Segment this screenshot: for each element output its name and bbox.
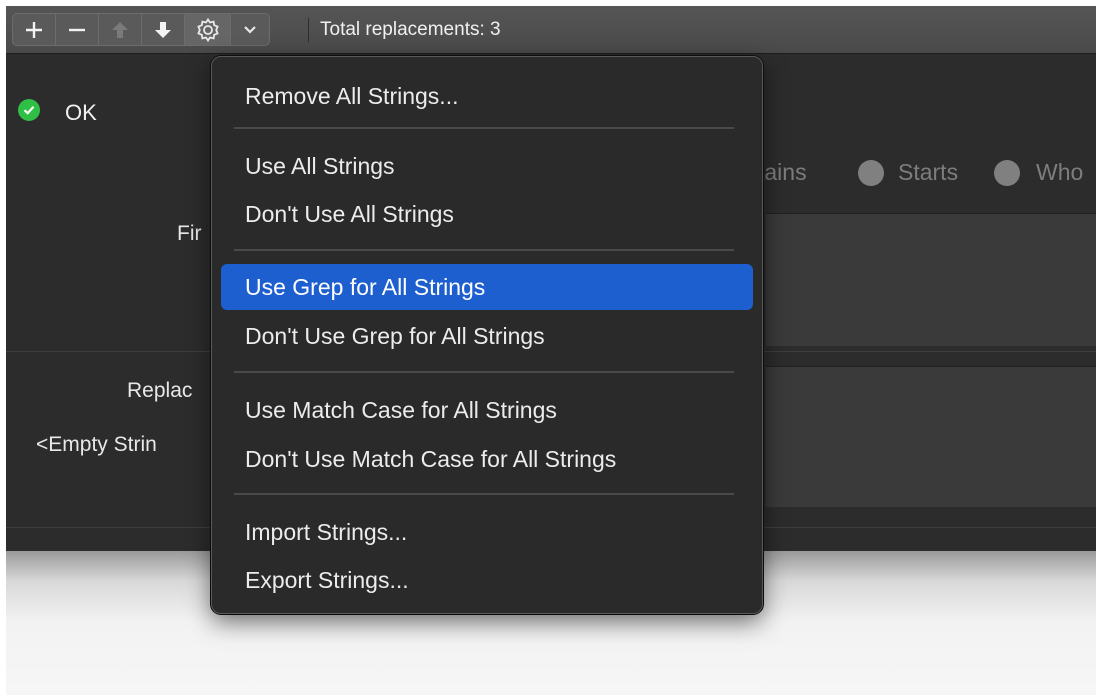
add-string-button[interactable]: [12, 13, 55, 46]
menu-item-use-match-case-all-strings[interactable]: Use Match Case for All Strings: [221, 387, 753, 433]
radio-contains-label[interactable]: tains: [758, 159, 807, 186]
total-replacements-label: Total replacements: 3: [320, 19, 501, 40]
find-label: Fir: [177, 222, 202, 245]
radio-whole-word-label[interactable]: Who: [1036, 159, 1083, 186]
toolbar-divider: [308, 18, 309, 42]
minus-icon: [69, 28, 85, 31]
menu-item-use-grep-all-strings[interactable]: Use Grep for All Strings: [221, 264, 753, 310]
replace-text-field[interactable]: [766, 366, 1096, 507]
arrow-down-icon: [155, 21, 171, 38]
menu-item-dont-use-all-strings[interactable]: Don't Use All Strings: [221, 191, 753, 237]
menu-item-dont-use-grep-all-strings[interactable]: Don't Use Grep for All Strings: [221, 313, 753, 359]
gear-dropdown-menu: Remove All Strings... Use All Strings Do…: [211, 56, 763, 614]
move-down-button[interactable]: [141, 13, 184, 46]
toolbar-button-group: [12, 13, 270, 46]
plus-icon: [26, 21, 42, 38]
gear-menu-button[interactable]: [184, 13, 230, 46]
replace-label: Replac: [127, 379, 193, 402]
menu-separator: [234, 127, 734, 129]
menu-item-import-strings[interactable]: Import Strings...: [221, 509, 753, 555]
arrow-up-icon: [112, 21, 128, 38]
menu-item-export-strings[interactable]: Export Strings...: [221, 557, 753, 603]
menu-separator: [234, 371, 734, 373]
menu-item-remove-all-strings[interactable]: Remove All Strings...: [221, 73, 753, 119]
menu-item-use-all-strings[interactable]: Use All Strings: [221, 143, 753, 189]
move-up-button[interactable]: [98, 13, 141, 46]
menu-item-dont-use-match-case-all-strings[interactable]: Don't Use Match Case for All Strings: [221, 436, 753, 482]
status-label: OK: [65, 100, 97, 125]
gear-icon: [196, 17, 219, 42]
radio-starts-label[interactable]: Starts: [898, 159, 958, 186]
gear-menu-dropdown[interactable]: [230, 13, 270, 46]
empty-string-label: <Empty Strin: [36, 433, 157, 456]
menu-separator: [234, 493, 734, 495]
check-circle-icon: [18, 99, 40, 121]
remove-string-button[interactable]: [55, 13, 98, 46]
chevron-down-icon: [244, 25, 256, 34]
find-text-field[interactable]: [766, 213, 1096, 346]
radio-starts[interactable]: [858, 160, 884, 186]
menu-separator: [234, 249, 734, 251]
toolbar: Total replacements: 3: [6, 6, 1096, 54]
radio-whole-word[interactable]: [994, 160, 1020, 186]
